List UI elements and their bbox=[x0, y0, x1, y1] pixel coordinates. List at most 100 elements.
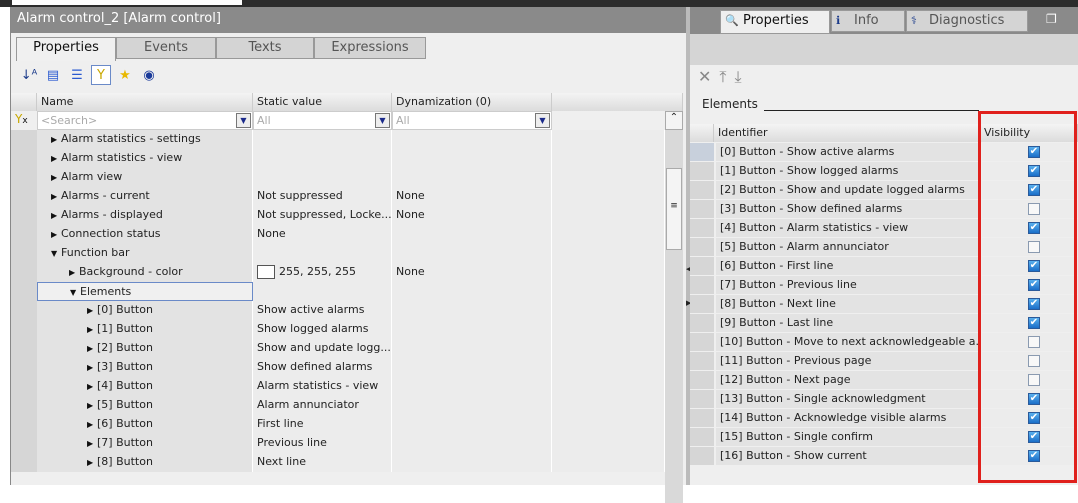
dropdown-arrow-icon[interactable]: ▼ bbox=[535, 113, 550, 128]
property-row[interactable]: ▶ Background - color 255, 255, 255 None bbox=[11, 263, 665, 282]
static-value[interactable]: Show logged alarms bbox=[253, 320, 392, 339]
collapsed-arrow-icon[interactable]: ▶ bbox=[87, 344, 97, 353]
restore-window-icon[interactable]: ❐ bbox=[1046, 12, 1057, 26]
static-value[interactable]: Not suppressed, Locke... bbox=[253, 206, 392, 225]
delete-icon[interactable]: ✕ bbox=[698, 67, 711, 87]
dynamization-value[interactable]: None bbox=[392, 206, 552, 225]
property-name[interactable]: ▶ [0] Button bbox=[37, 301, 253, 320]
static-value[interactable]: First line bbox=[253, 415, 392, 434]
collapsed-arrow-icon[interactable]: ▶ bbox=[87, 420, 97, 429]
element-identifier[interactable]: [11] Button - Previous page bbox=[716, 352, 980, 370]
element-identifier[interactable]: [8] Button - Next line bbox=[716, 295, 980, 313]
static-value[interactable]: Alarm statistics - view bbox=[253, 377, 392, 396]
property-name[interactable]: ▶ [2] Button bbox=[37, 339, 253, 358]
element-identifier[interactable]: [3] Button - Show defined alarms bbox=[716, 200, 980, 218]
property-row[interactable]: ▶ [0] Button Show active alarms bbox=[11, 301, 665, 320]
static-value[interactable] bbox=[253, 130, 392, 149]
property-name[interactable]: ▼ Elements bbox=[37, 282, 253, 301]
color-swatch[interactable] bbox=[257, 265, 275, 279]
vertical-scrollbar[interactable]: ≡ bbox=[665, 130, 683, 503]
column-identifier[interactable]: Identifier bbox=[714, 124, 980, 142]
clear-filter-icon[interactable]: Yx bbox=[15, 112, 28, 126]
tab-diagnostics[interactable]: ⚕ Diagnostics bbox=[906, 10, 1028, 32]
property-row[interactable]: ▼ Elements bbox=[11, 282, 665, 301]
element-identifier[interactable]: [13] Button - Single acknowledgment bbox=[716, 390, 980, 408]
collapsed-arrow-icon[interactable]: ▶ bbox=[87, 306, 97, 315]
property-row[interactable]: ▶ Alarms - displayed Not suppressed, Lock… bbox=[11, 206, 665, 225]
property-row[interactable]: ▶ Alarm view bbox=[11, 168, 665, 187]
dynamization-value[interactable] bbox=[392, 453, 552, 472]
collapsed-arrow-icon[interactable]: ▶ bbox=[51, 192, 61, 201]
element-identifier[interactable]: [9] Button - Last line bbox=[716, 314, 980, 332]
dynamization-value[interactable] bbox=[392, 168, 552, 187]
dynamization-value[interactable] bbox=[392, 339, 552, 358]
static-value[interactable]: 255, 255, 255 bbox=[253, 263, 392, 282]
static-value[interactable]: Next line bbox=[253, 453, 392, 472]
property-row[interactable]: ▶ [6] Button First line bbox=[11, 415, 665, 434]
collapsed-arrow-icon[interactable]: ▶ bbox=[51, 173, 61, 182]
dynamization-value[interactable] bbox=[392, 415, 552, 434]
element-identifier[interactable]: [7] Button - Previous line bbox=[716, 276, 980, 294]
dynamization-value[interactable] bbox=[392, 130, 552, 149]
collapse-icon[interactable]: ▤ bbox=[43, 65, 63, 85]
property-row[interactable]: ▶ Alarms - current Not suppressed None bbox=[11, 187, 665, 206]
property-name[interactable]: ▶ [6] Button bbox=[37, 415, 253, 434]
collapsed-arrow-icon[interactable]: ▶ bbox=[51, 230, 61, 239]
dropdown-arrow-icon[interactable]: ▼ bbox=[375, 113, 390, 128]
collapsed-arrow-icon[interactable]: ▶ bbox=[51, 211, 61, 220]
dyn-filter-select[interactable]: All ▼ bbox=[392, 111, 552, 130]
static-filter-select[interactable]: All ▼ bbox=[253, 111, 392, 130]
column-name[interactable]: Name bbox=[37, 93, 253, 111]
search-input[interactable]: <Search> ▼ bbox=[37, 111, 253, 130]
static-value[interactable]: Show and update logg... bbox=[253, 339, 392, 358]
property-name[interactable]: ▶ [1] Button bbox=[37, 320, 253, 339]
dynamization-value[interactable] bbox=[392, 434, 552, 453]
dynamization-value[interactable] bbox=[392, 358, 552, 377]
sort-az-icon[interactable]: ↓ᴬ bbox=[19, 65, 39, 85]
property-name[interactable]: ▶ Alarm statistics - view bbox=[37, 149, 253, 168]
property-row[interactable]: ▶ [7] Button Previous line bbox=[11, 434, 665, 453]
property-name[interactable]: ▶ [5] Button bbox=[37, 396, 253, 415]
property-row[interactable]: ▶ [4] Button Alarm statistics - view bbox=[11, 377, 665, 396]
dynamization-value[interactable] bbox=[392, 377, 552, 396]
dropdown-arrow-icon[interactable]: ▼ bbox=[236, 113, 251, 128]
move-up-icon[interactable]: ⤒ bbox=[719, 67, 726, 87]
property-name[interactable]: ▶ [7] Button bbox=[37, 434, 253, 453]
collapsed-arrow-icon[interactable]: ▶ bbox=[87, 325, 97, 334]
property-row[interactable]: ▶ [1] Button Show logged alarms bbox=[11, 320, 665, 339]
property-name[interactable]: ▶ [8] Button bbox=[37, 453, 253, 472]
static-value[interactable] bbox=[253, 244, 392, 263]
element-identifier[interactable]: [0] Button - Show active alarms bbox=[716, 143, 980, 161]
dynamization-value[interactable]: None bbox=[392, 263, 552, 282]
eye-icon[interactable]: ◉ bbox=[139, 65, 159, 85]
static-value[interactable]: Show defined alarms bbox=[253, 358, 392, 377]
collapsed-arrow-icon[interactable]: ▶ bbox=[87, 401, 97, 410]
property-row[interactable]: ▶ Alarm statistics - view bbox=[11, 149, 665, 168]
expand-icon[interactable]: ☰ bbox=[67, 65, 87, 85]
static-value[interactable]: Show active alarms bbox=[253, 301, 392, 320]
property-name[interactable]: ▶ Connection status bbox=[37, 225, 253, 244]
dynamization-value[interactable] bbox=[392, 396, 552, 415]
static-value[interactable]: Previous line bbox=[253, 434, 392, 453]
property-name[interactable]: ▼ Function bar bbox=[37, 244, 253, 263]
element-identifier[interactable]: [16] Button - Show current bbox=[716, 447, 980, 465]
element-identifier[interactable]: [1] Button - Show logged alarms bbox=[716, 162, 980, 180]
collapsed-arrow-icon[interactable]: ▶ bbox=[69, 268, 79, 277]
static-value[interactable]: Not suppressed bbox=[253, 187, 392, 206]
element-identifier[interactable]: [2] Button - Show and update logged alar… bbox=[716, 181, 980, 199]
element-identifier[interactable]: [14] Button - Acknowledge visible alarms bbox=[716, 409, 980, 427]
column-static-value[interactable]: Static value bbox=[253, 93, 392, 111]
element-identifier[interactable]: [4] Button - Alarm statistics - view bbox=[716, 219, 980, 237]
static-value[interactable] bbox=[253, 149, 392, 168]
property-name[interactable]: ▶ Alarm view bbox=[37, 168, 253, 187]
property-row[interactable]: ▼ Function bar bbox=[11, 244, 665, 263]
tab-properties[interactable]: Properties bbox=[16, 37, 116, 61]
dynamization-value[interactable]: None bbox=[392, 187, 552, 206]
dynamization-value[interactable] bbox=[392, 225, 552, 244]
property-row[interactable]: ▶ Alarm statistics - settings bbox=[11, 130, 665, 149]
element-identifier[interactable]: [5] Button - Alarm annunciator bbox=[716, 238, 980, 256]
dynamization-value[interactable] bbox=[392, 301, 552, 320]
dynamization-value[interactable] bbox=[392, 149, 552, 168]
dynamization-value[interactable] bbox=[392, 320, 552, 339]
tab-events[interactable]: Events bbox=[116, 37, 216, 59]
